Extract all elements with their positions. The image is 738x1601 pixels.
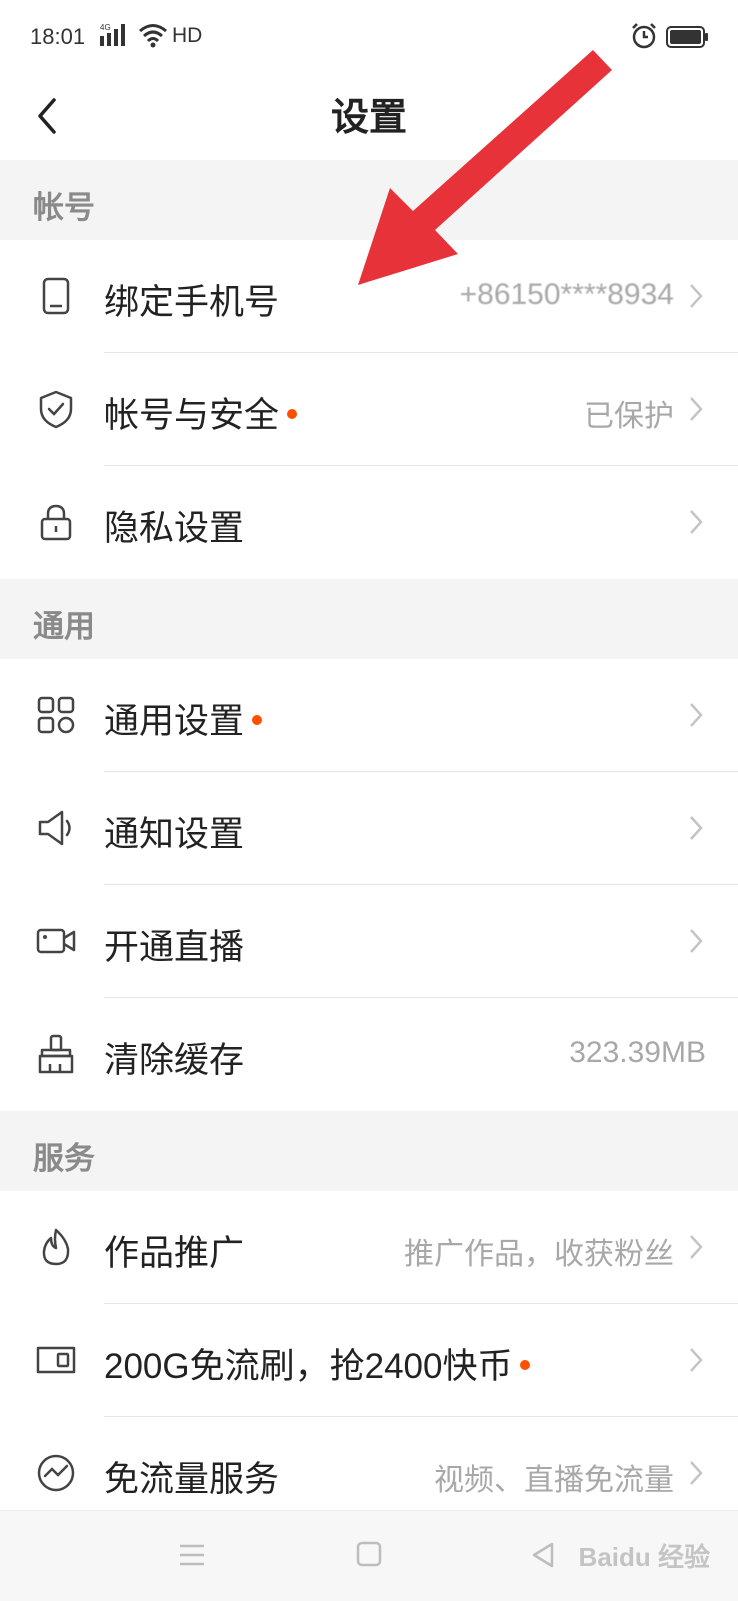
wifi-icon: [139, 24, 167, 48]
section-label: 通用: [33, 609, 95, 644]
new-badge-dot: [252, 714, 263, 725]
status-time: 18:01: [30, 24, 86, 49]
svg-text:4G: 4G: [100, 23, 111, 32]
promote-hint-value: 推广作品，收获粉丝: [404, 1238, 674, 1271]
speaker-icon: [38, 810, 71, 846]
chevron-right-icon: [690, 510, 703, 534]
row-label: 通用设置: [104, 693, 263, 744]
new-badge-dot: [287, 408, 298, 419]
annotation-arrow: [358, 50, 612, 285]
status-hd: HD: [172, 24, 203, 47]
chevron-right-icon: [690, 284, 703, 308]
chevron-right-icon: [690, 1348, 703, 1372]
watermark: Baidu 经验: [578, 1542, 710, 1572]
privacy-settings-row[interactable]: 隐私设置: [0, 466, 738, 579]
row-label: 200G免流刷，抢2400快币: [104, 1338, 531, 1389]
section-label: 服务: [33, 1141, 95, 1176]
chevron-right-icon: [690, 1235, 703, 1259]
row-label-text: 200G免流刷，抢2400快币: [104, 1347, 513, 1386]
new-badge-dot: [520, 1359, 531, 1370]
shield-check-icon: [39, 390, 73, 429]
system-nav-bar: Baidu 经验: [0, 1510, 738, 1601]
flame-icon: [42, 1228, 70, 1266]
row-label-text: 通用设置: [104, 702, 245, 741]
row-label: 作品推广: [104, 1234, 245, 1273]
chevron-right-icon: [690, 929, 703, 953]
chevron-right-icon: [690, 816, 703, 840]
data-service-hint-value: 视频、直播免流量: [434, 1464, 674, 1497]
row-label-text: 帐号与安全: [104, 396, 280, 435]
chevron-right-icon: [690, 1461, 703, 1485]
trend-circle-icon: [37, 1454, 75, 1492]
battery-icon: [666, 26, 708, 48]
security-status-value: 已保护: [584, 400, 674, 433]
chevron-right-icon: [690, 397, 703, 421]
account-security-row[interactable]: 帐号与安全 已保护: [0, 353, 738, 466]
broom-icon: [38, 1034, 74, 1074]
cache-size-value: 323.39MB: [569, 1036, 706, 1069]
alarm-icon: [632, 23, 656, 49]
row-label: 隐私设置: [104, 509, 245, 548]
section-label: 帐号: [33, 190, 95, 225]
video-camera-icon: [36, 928, 76, 954]
live-stream-row[interactable]: 开通直播: [0, 885, 738, 998]
general-settings-row[interactable]: 通用设置: [0, 659, 738, 772]
system-back-icon[interactable]: [530, 1541, 556, 1569]
section-header-services: 服务: [0, 1111, 738, 1191]
row-label: 清除缓存: [104, 1041, 245, 1080]
free-data-promo-row[interactable]: 200G免流刷，抢2400快币: [0, 1304, 738, 1417]
clear-cache-row[interactable]: 清除缓存 323.39MB: [0, 998, 738, 1111]
section-header-general: 通用: [0, 579, 738, 659]
menu-icon[interactable]: [178, 1543, 206, 1567]
row-label: 绑定手机号: [104, 283, 280, 322]
notification-settings-row[interactable]: 通知设置: [0, 772, 738, 885]
grid-icon: [37, 696, 75, 734]
lock-icon: [40, 504, 72, 541]
row-label: 帐号与安全: [104, 387, 298, 438]
row-label: 开通直播: [104, 928, 245, 967]
phone-icon: [42, 277, 70, 315]
promote-works-row[interactable]: 作品推广 推广作品，收获粉丝: [0, 1191, 738, 1304]
home-icon[interactable]: [356, 1541, 382, 1567]
cellular-signal-icon: 4G: [100, 23, 125, 46]
row-label: 免流量服务: [104, 1460, 280, 1499]
chevron-right-icon: [690, 703, 703, 727]
row-label: 通知设置: [104, 815, 245, 854]
sim-card-icon: [36, 1346, 76, 1374]
